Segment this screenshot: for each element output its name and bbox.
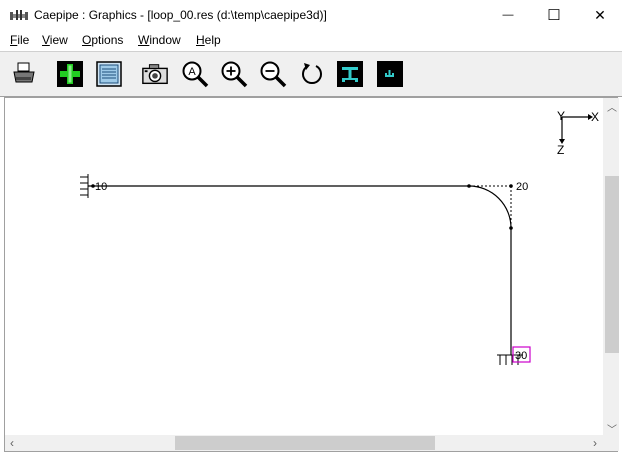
axis-label-z: Z	[557, 143, 564, 157]
axis-triad: Y X Z	[557, 109, 599, 157]
scroll-up-icon[interactable]: ︿	[607, 99, 617, 114]
node-20-point	[509, 184, 513, 188]
node-label-20: 20	[516, 181, 528, 193]
pipe-geometry	[88, 184, 513, 355]
scroll-down-icon[interactable]: ﹀	[607, 421, 617, 436]
node-label-10: 10	[95, 181, 107, 193]
bend-near-point	[467, 184, 471, 188]
horizontal-scroll-thumb[interactable]	[175, 436, 435, 450]
scroll-right-icon[interactable]: ›	[593, 436, 597, 450]
vertical-scroll-thumb[interactable]	[605, 176, 619, 353]
pipe-drawing: Y X Z 10 20 30	[80, 109, 599, 365]
anchor-node-10	[80, 174, 89, 198]
axis-label-x: X	[591, 110, 599, 124]
axis-label-y: Y	[557, 109, 565, 123]
scroll-left-icon[interactable]: ‹	[10, 436, 14, 450]
graphics-window: Caepipe : Graphics - [loop_00.res (d:\te…	[0, 0, 622, 454]
node-label-30: 30	[515, 350, 527, 362]
bend-far-point	[509, 226, 513, 230]
scrollbar-corner	[603, 435, 619, 451]
